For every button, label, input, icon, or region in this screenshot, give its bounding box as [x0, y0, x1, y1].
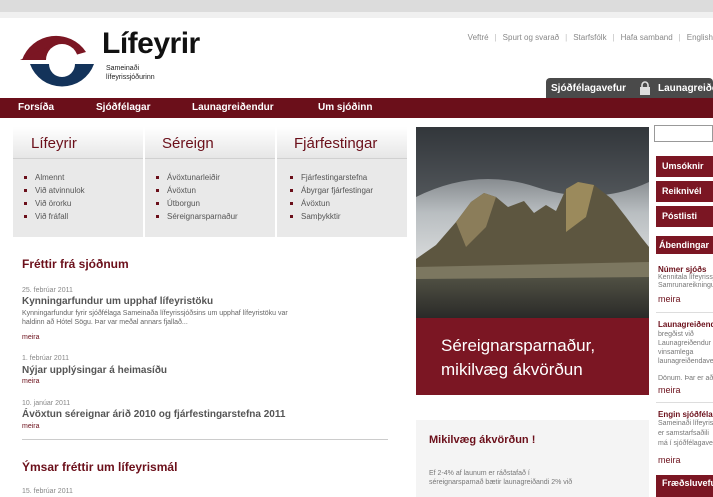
news-excerpt-line-1: Kynningarfundur fyrir sjóðfélaga Sameina…	[22, 310, 288, 317]
tip-more-link[interactable]: meira	[658, 385, 681, 395]
tip-more-link[interactable]: meira	[658, 294, 681, 304]
logo-subtitle: Sameinaði lífeyrissjóðurinn	[106, 64, 155, 82]
main-nav: Forsíða Sjóðfélagar Launagreiðendur Um s…	[0, 98, 713, 118]
applications-button[interactable]: Umsóknir	[656, 156, 713, 177]
news-date: 25. febrúar 2011	[22, 287, 73, 294]
separator: |	[565, 33, 568, 42]
news-more-link[interactable]: meira	[22, 378, 40, 385]
tip-text: Launagreiðendur	[658, 340, 711, 347]
tip-text: Kennitala lífeyrissjóðsins	[658, 274, 713, 281]
top-strip-light	[0, 12, 713, 18]
list-item[interactable]: Séreignarsparnaður	[156, 210, 275, 223]
tip-title[interactable]: Númer sjóðs	[658, 265, 706, 274]
mountain-photo	[416, 127, 649, 318]
column-private-savings: Séreign Ávöxtunarleiðir Ávöxtun Útborgun…	[145, 127, 275, 237]
tip-text: Samrunareikningur	[658, 282, 713, 289]
category-columns: Lífeyrir Almennt Við atvinnulok Við öror…	[13, 127, 407, 237]
toplink-contact[interactable]: Hafa samband	[621, 33, 673, 42]
toplink-sitemap[interactable]: Veftré	[468, 33, 489, 42]
column-investments: Fjárfestingar Fjárfestingarstefna Ábyrga…	[277, 127, 407, 237]
nav-item-home[interactable]: Forsíða	[18, 102, 54, 113]
list-item[interactable]: Útborgun	[156, 197, 275, 210]
info-box: Mikilvæg ákvörðun ! Ef 2-4% af launum er…	[416, 420, 649, 497]
info-box-line-1: Ef 2-4% af launum er ráðstafað í	[429, 470, 530, 477]
divider	[656, 312, 713, 313]
news-date: 10. janúar 2011	[22, 400, 71, 407]
tip-more-link[interactable]: meira	[658, 455, 681, 465]
top-strip	[0, 0, 713, 12]
list-item[interactable]: Við atvinnulok	[24, 184, 143, 197]
news-excerpt-line-2: haldinn að Hótel Sögu. Þar var meðal ann…	[22, 319, 188, 326]
news-headline[interactable]: Kynningarfundur um upphaf lífeyristöku	[22, 296, 213, 307]
news-more-link[interactable]: meira	[22, 423, 40, 430]
tip-title[interactable]: Launagreiðendur	[658, 320, 713, 329]
member-portal-label: Sjóðfélagavefur	[551, 83, 627, 94]
info-box-text: Ef 2-4% af launum er ráðstafað í séreign…	[429, 469, 639, 487]
search-input[interactable]	[654, 125, 713, 142]
lock-icon	[640, 81, 650, 95]
tip-text: má í sjóðfélagavef	[658, 440, 713, 447]
separator: |	[678, 33, 681, 42]
news-excerpt: Kynningarfundur fyrir sjóðfélaga Sameina…	[22, 309, 397, 327]
tip-text: Dönum. Þar er að finna	[658, 375, 713, 382]
logo-name: Lífeyrir	[102, 27, 200, 60]
tip-text: vinsamlega	[658, 349, 694, 356]
employer-portal-label[interactable]: Launagreiðendavefur	[658, 83, 713, 94]
column-title[interactable]: Lífeyrir	[13, 127, 143, 159]
misc-news-title: Ýmsar fréttir um lífeyrismál	[22, 460, 178, 474]
logo-sub-line-2: lífeyrissjóðurinn	[106, 74, 155, 81]
news-more-link[interactable]: meira	[22, 334, 40, 341]
tip-text: launagreiðendavefur	[658, 358, 713, 365]
separator: |	[612, 33, 615, 42]
tips-header: Ábendingar	[656, 236, 713, 254]
column-title[interactable]: Fjárfestingar	[277, 127, 407, 159]
news-date: 1. febrúar 2011	[22, 355, 69, 362]
promo-banner[interactable]: Séreignarsparnaður, mikilvæg ákvörðun	[416, 318, 649, 395]
mailing-list-button[interactable]: Póstlisti	[656, 206, 713, 227]
list-item[interactable]: Samþykktir	[290, 210, 407, 223]
banner-line-2: mikilvæg ákvörðun	[441, 360, 583, 379]
logo[interactable]: Lífeyrir Sameinaði lífeyrissjóðurinn	[16, 27, 200, 92]
top-links: Veftré | Spurt og svarað | Starfsfólk | Hafa s…	[468, 33, 713, 42]
list-item[interactable]: Við örorku	[24, 197, 143, 210]
divider	[22, 439, 388, 440]
list-item[interactable]: Ávöxtun	[290, 197, 407, 210]
tip-text: er samstarfsaðili	[658, 430, 709, 437]
list-item[interactable]: Við fráfall	[24, 210, 143, 223]
member-portal-tab[interactable]: Sjóðfélagavefur Launagreiðendavefur	[546, 78, 713, 98]
tip-text: Sameinaði lífeyrissjóðurinn	[658, 420, 713, 427]
toplink-faq[interactable]: Spurt og svarað	[503, 33, 559, 42]
list-item[interactable]: Fjárfestingarstefna	[290, 171, 407, 184]
nav-item-about[interactable]: Um sjóðinn	[318, 102, 372, 113]
separator: |	[494, 33, 497, 42]
column-pension: Lífeyrir Almennt Við atvinnulok Við öror…	[13, 127, 143, 237]
list-item[interactable]: Ávöxtunarleiðir	[156, 171, 275, 184]
tip-text: bregðist við	[658, 331, 694, 338]
info-box-line-2: séreignarsparnað bætir launagreiðandi 2%…	[429, 479, 573, 486]
list-item[interactable]: Ávöxtun	[156, 184, 275, 197]
column-title[interactable]: Séreign	[145, 127, 275, 159]
nav-item-members[interactable]: Sjóðfélagar	[96, 102, 150, 113]
toplink-staff[interactable]: Starfsfólk	[573, 33, 606, 42]
toplink-english[interactable]: English	[687, 33, 713, 42]
logo-mark-icon	[20, 35, 94, 87]
banner-line-1: Séreignarsparnaður,	[441, 336, 596, 355]
list-item[interactable]: Almennt	[24, 171, 143, 184]
page: Lífeyrir Sameinaði lífeyrissjóðurinn Vef…	[0, 0, 713, 497]
logo-sub-line-1: Sameinaði	[106, 65, 140, 72]
news-date: 15. febrúar 2011	[22, 488, 73, 495]
divider	[656, 402, 713, 403]
info-box-title[interactable]: Mikilvæg ákvörðun !	[429, 434, 535, 446]
news-section-title: Fréttir frá sjóðnum	[22, 257, 129, 271]
education-site-button[interactable]: Fræðsluvefur	[656, 475, 713, 497]
list-item[interactable]: Ábyrgar fjárfestingar	[290, 184, 407, 197]
nav-item-employers[interactable]: Launagreiðendur	[192, 102, 274, 113]
news-headline[interactable]: Ávöxtun séreignar árið 2010 og fjárfesti…	[22, 409, 285, 420]
tip-title[interactable]: Engin sjóðfélagavefur	[658, 410, 713, 419]
news-headline[interactable]: Nýjar upplýsingar á heimasíðu	[22, 365, 167, 376]
calculator-button[interactable]: Reiknivél	[656, 181, 713, 202]
